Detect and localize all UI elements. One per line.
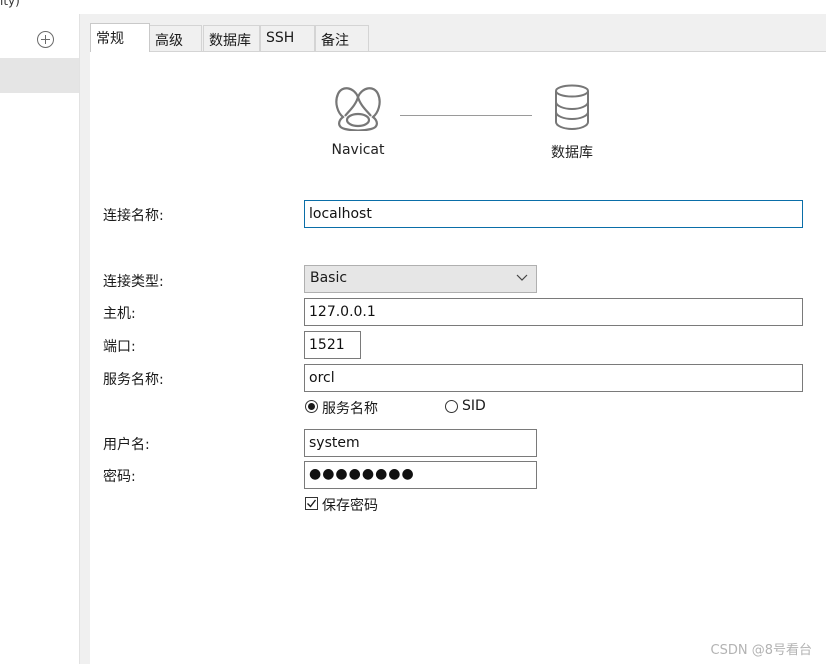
radio-service-name-label: 服务名称: [322, 401, 378, 417]
port-input[interactable]: [304, 331, 361, 359]
chevron-down-icon: [516, 274, 528, 281]
service-name-label: 服务名称:: [103, 372, 164, 388]
radio-sid[interactable]: [445, 400, 458, 413]
save-password-label: 保存密码: [322, 498, 378, 514]
connection-type-select[interactable]: Basic: [304, 265, 537, 293]
general-tab-content: [91, 52, 826, 664]
window-title-fragment: ity): [0, 0, 20, 8]
host-input[interactable]: [304, 298, 803, 326]
connection-type-value: Basic: [310, 270, 348, 286]
connection-list-panel: [0, 14, 80, 664]
password-input[interactable]: ●●●●●●●●: [304, 461, 537, 489]
tab-divider: [90, 51, 826, 52]
navicat-label: Navicat: [331, 142, 385, 158]
tab-notes[interactable]: 备注: [315, 25, 369, 51]
tab-general[interactable]: 常规: [90, 23, 150, 52]
database-label: 数据库: [551, 145, 593, 161]
tab-advanced[interactable]: 高级: [149, 25, 202, 51]
watermark: CSDN @8号看台: [710, 643, 812, 658]
tab-ssh[interactable]: SSH: [260, 25, 315, 51]
connection-type-label: 连接类型:: [103, 274, 164, 290]
checkmark-icon: [307, 499, 317, 508]
connection-list-selected-item[interactable]: [0, 58, 79, 93]
connection-name-input[interactable]: [304, 200, 803, 228]
connection-name-label: 连接名称:: [103, 208, 164, 224]
port-label: 端口:: [103, 339, 136, 355]
add-icon[interactable]: [37, 31, 54, 48]
host-label: 主机:: [103, 306, 136, 322]
radio-service-name[interactable]: [305, 400, 318, 413]
password-label: 密码:: [103, 469, 136, 485]
service-name-input[interactable]: [304, 364, 803, 392]
connection-line: [400, 115, 532, 116]
tab-database[interactable]: 数据库: [203, 25, 260, 51]
navicat-logo-icon: [335, 87, 381, 131]
database-icon: [555, 84, 589, 130]
radio-sid-label: SID: [462, 398, 486, 414]
username-label: 用户名:: [103, 437, 150, 453]
username-input[interactable]: [304, 429, 537, 457]
panel-gutter: [80, 14, 90, 664]
password-mask: ●●●●●●●●: [309, 466, 415, 482]
save-password-checkbox[interactable]: [305, 497, 318, 510]
